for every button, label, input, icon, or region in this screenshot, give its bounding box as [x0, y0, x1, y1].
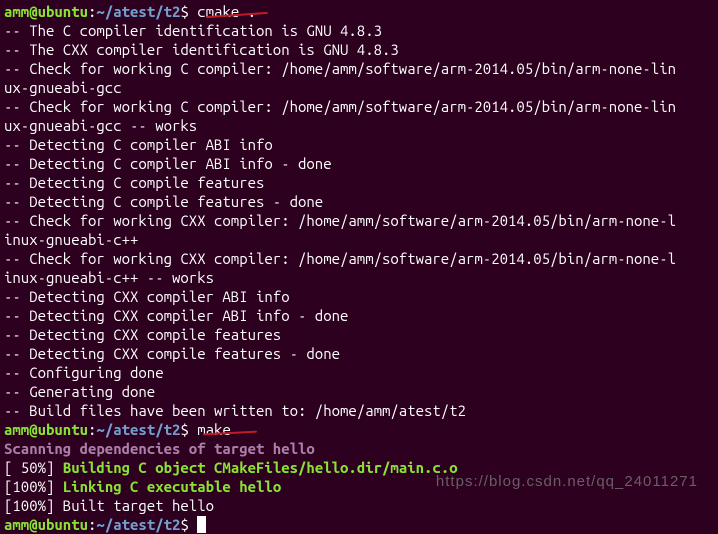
- link-message: Linking C executable hello: [63, 478, 281, 495]
- output-line: -- Check for working CXX compiler: /home…: [4, 211, 714, 230]
- output-line: -- Detecting CXX compiler ABI info: [4, 287, 714, 306]
- prompt-path: ~/atest/t2: [96, 3, 180, 20]
- output-line: -- Check for working C compiler: /home/a…: [4, 59, 714, 78]
- output-line: -- Detecting C compile features: [4, 173, 714, 192]
- output-line: -- Detecting CXX compiler ABI info - don…: [4, 306, 714, 325]
- watermark: https://blog.csdn.net/qq_24011271: [436, 472, 698, 491]
- output-line: -- Detecting C compiler ABI info - done: [4, 154, 714, 173]
- prompt-dollar: $: [180, 421, 188, 438]
- output-line: -- Configuring done: [4, 363, 714, 382]
- prompt-dollar: $: [180, 3, 188, 20]
- command-make: make: [197, 421, 231, 438]
- prompt-at: @: [29, 421, 37, 438]
- output-line: -- Build files have been written to: /ho…: [4, 401, 714, 420]
- prompt-line-2[interactable]: amm@ubuntu:~/atest/t2$ make: [4, 420, 714, 439]
- progress-pct: [100%]: [4, 478, 63, 495]
- prompt-path: ~/atest/t2: [96, 421, 180, 438]
- output-scanning: Scanning dependencies of target hello: [4, 439, 714, 458]
- progress-pct: [ 50%]: [4, 459, 63, 476]
- output-line: -- Generating done: [4, 382, 714, 401]
- prompt-user: amm: [4, 421, 29, 438]
- output-line: -- Check for working C compiler: /home/a…: [4, 97, 714, 116]
- output-line: ux-gnueabi-gcc -- works: [4, 116, 714, 135]
- prompt-user: amm: [4, 3, 29, 20]
- prompt-at: @: [29, 3, 37, 20]
- output-line: -- The CXX compiler identification is GN…: [4, 40, 714, 59]
- prompt-host: ubuntu: [38, 421, 88, 438]
- prompt-line-1[interactable]: amm@ubuntu:~/atest/t2$ cmake .: [4, 2, 714, 21]
- output-line: -- Detecting C compile features - done: [4, 192, 714, 211]
- output-line: -- Detecting CXX compile features: [4, 325, 714, 344]
- output-line: -- The C compiler identification is GNU …: [4, 21, 714, 40]
- output-line: ux-gnueabi-gcc: [4, 78, 714, 97]
- output-line: inux-gnueabi-c++: [4, 230, 714, 249]
- output-line: -- Check for working CXX compiler: /home…: [4, 249, 714, 268]
- prompt-line-3[interactable]: amm@ubuntu:~/atest/t2$: [4, 515, 714, 534]
- output-line: -- Detecting C compiler ABI info: [4, 135, 714, 154]
- prompt-host: ubuntu: [38, 3, 88, 20]
- output-line: -- Detecting CXX compile features - done: [4, 344, 714, 363]
- output-built: [100%] Built target hello: [4, 496, 714, 515]
- build-message: Building C object CMakeFiles/hello.dir/m…: [63, 459, 458, 476]
- output-line: inux-gnueabi-c++ -- works: [4, 268, 714, 287]
